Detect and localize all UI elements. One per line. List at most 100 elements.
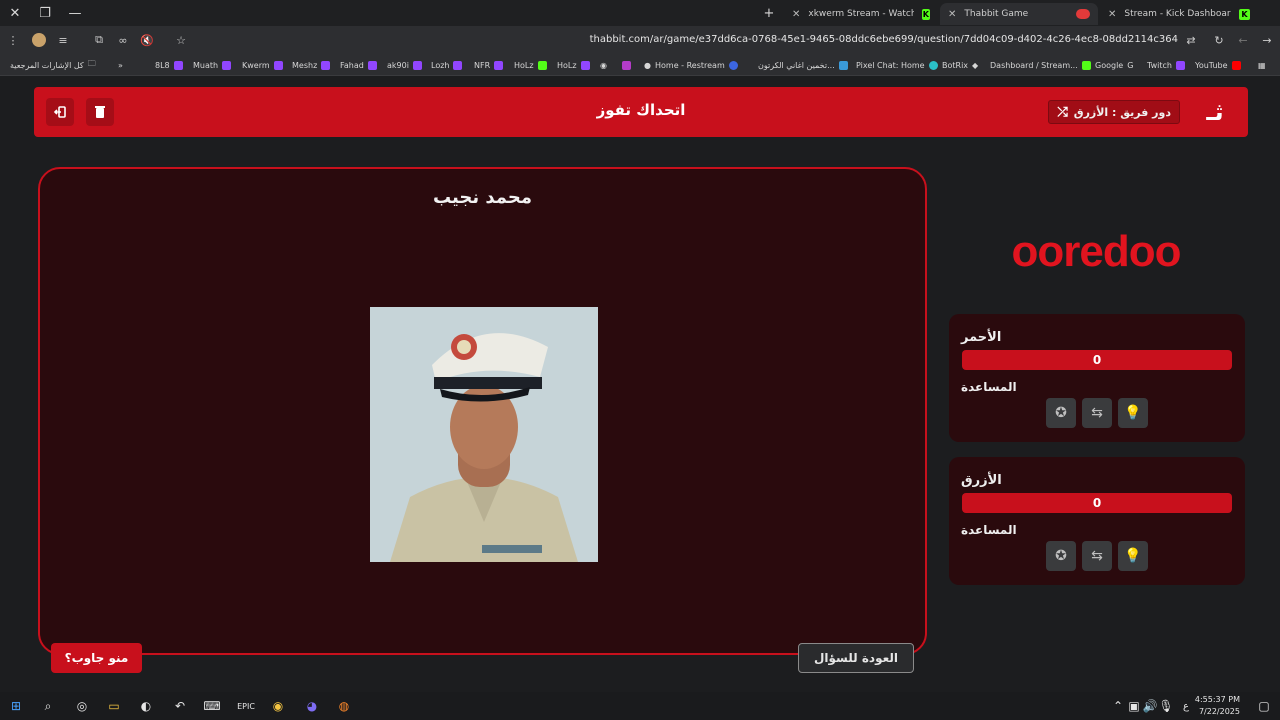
team-name: الأحمر [961,330,1002,345]
clock[interactable]: 4:55:37 PM 7/22/2025 [1195,694,1240,718]
mute-icon[interactable]: 🔇 [140,33,154,47]
restore-window-icon[interactable]: ❐ [30,0,60,26]
bookmark-item[interactable]: Google G [1095,58,1133,72]
bookmark-item[interactable]: Muath [193,58,232,72]
hint-button[interactable]: 💡 [1118,541,1148,571]
tab-thabbit-game[interactable]: ✕ Thabbit Game [940,3,1098,25]
who-answered-button[interactable]: منو جاوب؟ [51,643,142,673]
delete-button[interactable] [86,98,114,126]
help-label: المساعدة [961,380,1017,394]
chrome-icon[interactable]: ◉ [268,696,288,716]
tab-kick-stream[interactable]: ✕ xkwerm Stream - Watch Live or K [784,3,938,25]
double-points-button[interactable]: ✪ [1046,541,1076,571]
microphone-icon[interactable]: 🎙 [1156,696,1176,716]
bookmark-label: كل الإشارات المرجعية [10,60,84,70]
site-settings-icon[interactable]: ⇄ [1184,33,1198,47]
epic-games-icon[interactable]: EPIC [236,696,256,716]
github-icon[interactable]: ◉ [600,58,607,72]
bookmark-item[interactable]: YouTube [1195,58,1241,72]
trash-icon [95,106,105,118]
twitch-icon [1175,60,1185,70]
browser-tab-bar: ✕ ❐ — + ✕ xkwerm Stream - Watch Live or … [0,0,1280,26]
apps-grid-icon[interactable]: ▦ [1258,58,1266,72]
kick-icon [537,60,547,70]
bookmark-label: Pixel Chat: Home [856,60,925,70]
bookmark-item[interactable]: Twitch [1147,58,1185,72]
bookmark-label: Kwerm [242,60,270,70]
language-indicator[interactable]: ع [1176,696,1196,716]
botrix-icon: ◆ [972,60,979,70]
discord-icon[interactable]: ◕ [302,696,322,716]
bookmark-star-icon[interactable]: ☆ [174,33,188,47]
bookmark-item[interactable]: Pixel Chat: Home [856,58,938,72]
swap-question-button[interactable]: ⇆ [1082,541,1112,571]
exit-button[interactable] [46,98,74,126]
reading-list-icon[interactable]: ≡ [56,33,70,47]
who-answered-label: منو جاوب؟ [64,651,129,665]
glasses-icon[interactable]: ∞ [116,33,130,47]
help-label: المساعدة [961,523,1017,537]
menu-dots-icon[interactable]: ⋮ [6,33,20,47]
bookmark-label: HoLz [514,60,534,70]
bookmark-item[interactable]: Fahad [340,58,377,72]
hint-button[interactable]: 💡 [1118,398,1148,428]
bookmark-label: Meshz [292,60,318,70]
bookmark-item[interactable]: Kwerm [242,58,283,72]
bookmark-item[interactable]: Lozh [431,58,463,72]
bookmark-label: Muath [193,60,219,70]
bookmark-all[interactable]: كل الإشارات المرجعية 🗀 [10,58,96,72]
lightbulb-icon: 💡 [1124,548,1142,564]
bookmarks-overflow-icon[interactable]: » [118,58,123,72]
swap-icon: ⇆ [1091,548,1103,564]
app-icon[interactable]: ↶ [170,696,190,716]
close-tab-icon[interactable]: ✕ [792,9,800,20]
bookmark-item[interactable]: ak90i [387,58,422,72]
tab-kick-dashboard[interactable]: ✕ Stream - Kick Dashboard K [1100,3,1258,25]
profile-avatar[interactable] [32,33,46,47]
notifications-icon[interactable]: ▢ [1254,696,1274,716]
keyboard-icon[interactable]: ⌨ [202,696,222,716]
steam-icon[interactable]: ◐ [136,696,156,716]
bookmark-item[interactable]: BotRix ◆ [942,58,978,72]
bookmark-item[interactable]: Meshz [292,58,331,72]
forward-arrow-icon[interactable]: → [1260,33,1274,47]
bookmark-item[interactable]: NFR [474,58,504,72]
bookmark-item[interactable]: Dashboard / Stream... [990,58,1091,72]
file-explorer-icon[interactable]: ▭ [104,696,124,716]
close-tab-icon[interactable]: ✕ [1108,9,1116,20]
bookmark-item[interactable]: HoLz [557,58,590,72]
new-tab-button[interactable]: + [754,0,784,26]
twitch-icon [321,60,331,70]
swap-icon: ⇆ [1091,405,1103,421]
bookmark-item[interactable]: HoLz [514,58,547,72]
team-card-blue: الأزرق 0 المساعدة ✪ ⇆ 💡 [949,457,1245,585]
folder-icon: 🗀 [87,59,96,68]
help-buttons: ✪ ⇆ 💡 [1046,541,1148,571]
reload-icon[interactable]: ↻ [1212,33,1226,47]
obs-icon[interactable]: ◎ [72,696,92,716]
address-bar[interactable]: thabbit.com/ar/game/e37dd6ca-0768-45e1-9… [560,34,1178,45]
swap-question-button[interactable]: ⇆ [1082,398,1112,428]
close-window-icon[interactable]: ✕ [0,0,30,26]
firefox-icon[interactable]: ◍ [334,696,354,716]
bookmarks-bar: كل الإشارات المرجعية 🗀 » 8L8 Muath Kwerm… [0,54,1280,76]
clock-date: 7/22/2025 [1198,707,1240,716]
double-points-button[interactable]: ✪ [1046,398,1076,428]
back-to-question-button[interactable]: العودة للسؤال [798,643,914,673]
windows-taskbar: ⊞ ⌕ ◎ ▭ ◐ ↶ ⌨ EPIC ◉ ◕ ◍ ⌃ ▣ 🔊 🎙 ع 4:55:… [0,692,1280,720]
bookmark-item[interactable]: تخمين اغاني الكرتون... [758,58,848,72]
recording-icon [1076,9,1090,19]
bookmark-purple-icon[interactable] [622,58,631,72]
minimize-window-icon[interactable]: — [60,0,90,26]
tab-label: xkwerm Stream - Watch Live or [808,9,914,19]
search-icon[interactable]: ⌕ [38,696,58,716]
twitch-icon [367,60,377,70]
extensions-icon[interactable]: ⧉ [92,33,106,47]
start-icon[interactable]: ⊞ [6,696,26,716]
sponsor-logo: ooredoo [1011,227,1182,276]
close-tab-icon[interactable]: ✕ [948,9,956,20]
bookmark-item[interactable]: 8L8 [155,58,183,72]
twitch-icon [222,60,232,70]
bookmark-item[interactable]: ● Home - Restream [644,58,738,72]
back-arrow-icon[interactable]: ← [1236,33,1250,47]
